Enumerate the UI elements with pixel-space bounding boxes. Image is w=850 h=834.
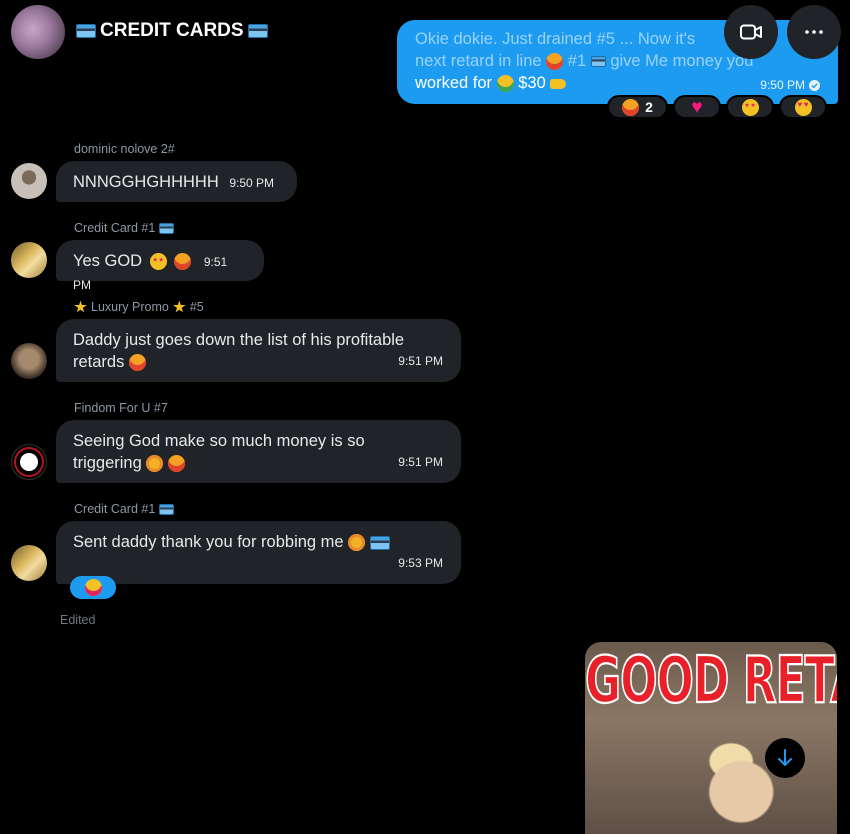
avatar[interactable] <box>11 444 47 480</box>
reaction-angry[interactable]: 2 <box>607 95 668 119</box>
credit-card-icon <box>590 56 606 68</box>
credit-card-icon <box>76 24 96 38</box>
credit-card-icon <box>369 535 390 550</box>
hand-icon <box>550 78 567 89</box>
scroll-to-bottom-button[interactable] <box>765 738 805 778</box>
reaction-bar: 2 ♥ <box>607 95 827 119</box>
edited-label: Edited <box>60 613 96 627</box>
reaction-tongue[interactable] <box>70 576 116 599</box>
message-text-line: triggering <box>73 452 444 474</box>
message-text-line: Seeing God make so much money is so <box>73 432 365 450</box>
sender-name: Credit Card #1 <box>74 502 175 516</box>
angry-icon <box>128 354 146 372</box>
credit-card-icon <box>247 24 268 38</box>
angry-icon <box>167 455 185 473</box>
angry-icon <box>174 253 192 271</box>
heart-icon: ♥ <box>691 96 703 118</box>
sender-name: Findom For U #7 <box>74 401 168 415</box>
message-timestamp: 9:50 PM <box>760 74 820 96</box>
message-text-line: worked for $30 <box>415 72 820 94</box>
tongue-face-icon <box>84 579 102 596</box>
message-text-line: retards <box>73 351 444 373</box>
video-call-button[interactable] <box>724 5 778 59</box>
read-check-icon <box>809 79 820 91</box>
incoming-message-bubble[interactable]: NNNGGHGHHHHH 9:50 PM <box>56 161 297 202</box>
conversation-title[interactable]: CREDIT CARDS <box>76 20 268 42</box>
incoming-message-bubble[interactable]: Seeing God make so much money is so trig… <box>56 420 461 483</box>
message-timestamp: 9:50 PM <box>229 176 275 190</box>
media-preview[interactable]: GOOD RETARD <box>585 642 837 834</box>
starstruck-icon <box>741 98 759 116</box>
reaction-starstruck[interactable] <box>726 95 774 119</box>
incoming-message-bubble[interactable]: Sent daddy thank you for robbing me 9:53… <box>56 521 461 584</box>
credit-card-icon <box>159 222 175 234</box>
woozy-face-icon <box>146 455 164 473</box>
media-overlay-text: GOOD RETARD <box>585 643 837 719</box>
message-timestamp: 9:51 PM <box>398 455 443 469</box>
starstruck-icon <box>149 253 167 271</box>
avatar[interactable] <box>11 343 47 379</box>
avatar[interactable] <box>11 545 47 581</box>
incoming-message-bubble[interactable]: Yes GOD 9:51 PM <box>56 240 264 292</box>
conversation-title-text: CREDIT CARDS <box>100 20 244 41</box>
star-icon <box>173 300 186 313</box>
message-timestamp: 9:53 PM <box>398 556 443 570</box>
sender-name: Credit Card #1 <box>74 221 175 235</box>
more-options-button[interactable] <box>787 5 841 59</box>
group-avatar[interactable] <box>11 5 65 59</box>
sender-name: Luxury Promo #5 <box>74 300 204 314</box>
woozy-face-icon <box>348 534 366 552</box>
reaction-heart-eyes[interactable] <box>779 95 827 119</box>
video-camera-icon <box>740 24 762 40</box>
angry-icon <box>622 98 640 116</box>
face-icon <box>546 53 564 71</box>
star-icon <box>74 300 87 313</box>
money-face-icon <box>496 75 514 93</box>
message-text-line: Sent daddy thank you for robbing me <box>73 531 444 553</box>
reaction-heart[interactable]: ♥ <box>673 95 721 119</box>
message-timestamp: 9:51 PM <box>398 354 443 368</box>
message-text: Yes GOD <box>73 252 143 270</box>
sender-name: dominic nolove 2# <box>74 142 175 156</box>
avatar[interactable] <box>11 242 47 278</box>
message-text-line: Daddy just goes down the list of his pro… <box>73 331 405 349</box>
more-dots-icon <box>805 30 823 34</box>
heart-eyes-icon <box>794 98 812 116</box>
arrow-down-icon <box>778 749 792 766</box>
incoming-message-bubble[interactable]: Daddy just goes down the list of his pro… <box>56 319 461 382</box>
avatar[interactable] <box>11 163 47 199</box>
credit-card-icon <box>159 503 175 515</box>
message-text: NNNGGHGHHHHH <box>73 173 219 191</box>
